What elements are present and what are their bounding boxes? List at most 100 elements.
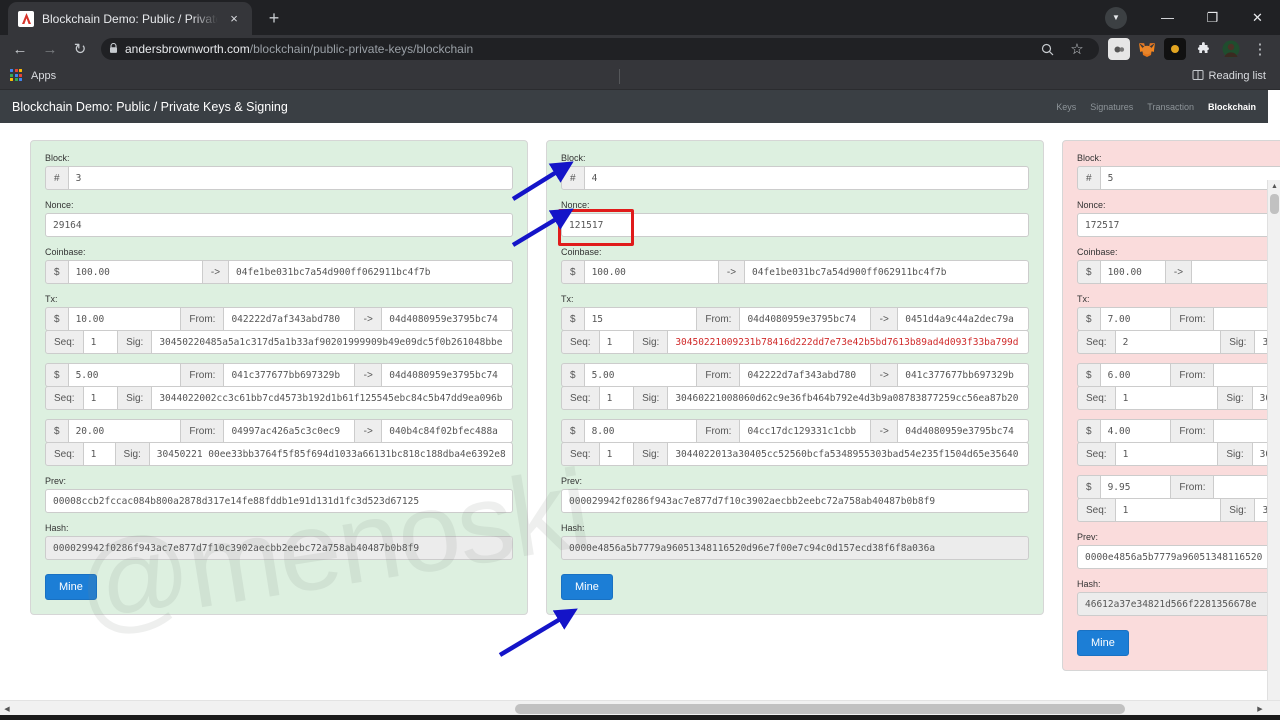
nonce-input[interactable]: 29164: [45, 213, 513, 237]
tx-to-input[interactable]: 04d4080959e3795bc74: [381, 363, 514, 387]
tx-to-input[interactable]: 04d4080959e3795bc74: [897, 419, 1030, 443]
tx-seq-input[interactable]: 1: [82, 330, 119, 354]
bookmark-star-icon[interactable]: ☆: [1063, 38, 1091, 60]
block-number-group: # 4: [561, 166, 1029, 190]
tx-amount-input[interactable]: 8.00: [583, 419, 698, 443]
tx-signature-input[interactable]: 30460221008060d62c9e36fb464b792e4d3b9a08…: [667, 386, 1030, 410]
tx-seq-input[interactable]: 1: [598, 330, 635, 354]
tx-signature-input[interactable]: 30450221 00ee33bb3764f5f85f694d1033a6613…: [148, 442, 513, 466]
block-number-input[interactable]: 4: [583, 166, 1029, 190]
tx-from-input[interactable]: 04cc17dc129331c1cbb: [739, 419, 872, 443]
tx-seq-input[interactable]: 1: [598, 386, 635, 410]
coinbase-label: Coinbase:: [561, 247, 602, 257]
tx-signature-input[interactable]: 3044022013a30405cc52560bcfa5348955303bad…: [667, 442, 1030, 466]
browser-menu-icon[interactable]: ⋮: [1246, 35, 1274, 63]
forward-icon[interactable]: →: [36, 35, 64, 63]
browser-tab[interactable]: Blockchain Demo: Public / Private ×: [8, 2, 252, 35]
maximize-button[interactable]: ❐: [1190, 0, 1235, 35]
tx-seq-input[interactable]: 1: [1114, 498, 1222, 522]
scroll-right-icon[interactable]: ▶: [1253, 701, 1267, 716]
prev-group: 00008ccb2fccac084b800a2878d317e14fe88fdd…: [45, 489, 513, 513]
tx-amount-input[interactable]: 15: [583, 307, 698, 331]
tx-seq-input[interactable]: 1: [1114, 442, 1219, 466]
tx-seq-input[interactable]: 1: [1114, 386, 1219, 410]
nav-link-transaction[interactable]: Transaction: [1147, 102, 1194, 112]
mine-button[interactable]: Mine: [561, 574, 613, 600]
tx-amount-input[interactable]: 10.00: [67, 307, 182, 331]
hash-group: 0000e4856a5b7779a96051348116520d96e7f00e…: [561, 536, 1029, 560]
coinbase-amount-input[interactable]: 100.00: [583, 260, 719, 284]
reading-list-button[interactable]: Reading list: [1192, 69, 1270, 84]
tx-amount-input[interactable]: 5.00: [67, 363, 182, 387]
dollar-sign-addon: $: [45, 419, 69, 443]
new-tab-button[interactable]: +: [260, 4, 288, 32]
tx-signature-input[interactable]: 30450221009231b78416d222dd7e73e42b5bd761…: [667, 330, 1030, 354]
tx-signature-input[interactable]: 3044022002cc3c61bb7cd4573b192d1b61f12554…: [151, 386, 514, 410]
scroll-up-icon[interactable]: ▲: [1268, 180, 1280, 193]
metamask-icon[interactable]: [1136, 38, 1158, 60]
tx-from-input[interactable]: 04997ac426a5c3c0ec9: [223, 419, 356, 443]
blockchain-container: @menoski Block: # 3 Nonce: 29164 Coinbas…: [0, 123, 1280, 720]
puzzle-icon[interactable]: [1192, 38, 1214, 60]
block-number-input[interactable]: 5: [1099, 166, 1280, 190]
extension-1-icon[interactable]: [1108, 38, 1130, 60]
tx-amount-input[interactable]: 5.00: [583, 363, 698, 387]
tx-amount-input[interactable]: 4.00: [1099, 419, 1172, 443]
coinbase-amount-input[interactable]: 100.00: [67, 260, 203, 284]
profile-chip-icon[interactable]: ▼: [1105, 6, 1127, 29]
block-number-input[interactable]: 3: [67, 166, 513, 190]
extension-3-icon[interactable]: [1164, 38, 1186, 60]
coinbase-to-input[interactable]: 04fe1be031bc7a54d900ff062911bc4f7b: [228, 260, 513, 284]
tx-amount-input[interactable]: 20.00: [67, 419, 182, 443]
back-icon[interactable]: ←: [6, 35, 34, 63]
tx-to-input[interactable]: 040b4c84f02bfec488a: [381, 419, 514, 443]
page-horizontal-scrollbar[interactable]: ◀ ▶: [0, 700, 1280, 715]
prev-hash-input[interactable]: 00008ccb2fccac084b800a2878d317e14fe88fdd…: [45, 489, 513, 513]
address-bar[interactable]: andersbrownworth.com/blockchain/public-p…: [101, 38, 1099, 60]
tx-amount-input[interactable]: 9.95: [1099, 475, 1172, 499]
block-number-label: Block:: [1077, 153, 1102, 163]
block-number-label: Block:: [561, 153, 586, 163]
tx-signature-input[interactable]: 30450220485a5a1c317d5a1b33af90201999909b…: [151, 330, 514, 354]
block-card: Block: # 5 Nonce: 172517 Coinbase: $ 100…: [1062, 140, 1280, 671]
arrow-addon: ->: [870, 419, 899, 443]
mine-button[interactable]: Mine: [45, 574, 97, 600]
tx-seq-input[interactable]: 1: [598, 442, 635, 466]
bookmark-apps-label[interactable]: Apps: [31, 70, 56, 82]
horizontal-scroll-thumb[interactable]: [515, 704, 1125, 714]
apps-grid-icon[interactable]: [10, 69, 24, 83]
tx-to-input[interactable]: 04d4080959e3795bc74: [381, 307, 514, 331]
mine-button[interactable]: Mine: [1077, 630, 1129, 656]
window-close-button[interactable]: ✕: [1235, 0, 1280, 35]
coinbase-to-input[interactable]: 04fe1be031bc7a54d900ff062911bc4f7b: [744, 260, 1029, 284]
nav-link-blockchain[interactable]: Blockchain: [1208, 102, 1256, 112]
avatar[interactable]: [1220, 38, 1242, 60]
tx-from-input[interactable]: 042222d7af343abd780: [739, 363, 872, 387]
close-icon[interactable]: ×: [226, 11, 242, 27]
nav-link-keys[interactable]: Keys: [1056, 102, 1076, 112]
tx-to-input[interactable]: 041c377677bb697329b: [897, 363, 1030, 387]
reload-icon[interactable]: ↻: [66, 35, 94, 63]
scroll-left-icon[interactable]: ◀: [0, 701, 14, 716]
page-vertical-scrollbar[interactable]: ▲ ▼: [1267, 180, 1280, 720]
tx-seq-input[interactable]: 1: [82, 442, 116, 466]
sig-addon: Sig:: [633, 442, 669, 466]
nonce-input[interactable]: 121517: [561, 213, 1029, 237]
tx-amount-input[interactable]: 6.00: [1099, 363, 1172, 387]
transaction-sig-row: Seq: 1 Sig: 30450221009231b78416d222dd7e…: [561, 330, 1030, 354]
nav-link-signatures[interactable]: Signatures: [1090, 102, 1133, 112]
search-icon[interactable]: [1033, 38, 1061, 60]
nonce-input[interactable]: 172517: [1077, 213, 1280, 237]
tx-from-input[interactable]: 042222d7af343abd780: [223, 307, 356, 331]
vertical-scroll-thumb[interactable]: [1270, 194, 1279, 214]
coinbase-amount-input[interactable]: 100.00: [1099, 260, 1166, 284]
prev-hash-input[interactable]: 0000e4856a5b7779a96051348116520: [1077, 545, 1280, 569]
tx-from-input[interactable]: 041c377677bb697329b: [223, 363, 356, 387]
tx-seq-input[interactable]: 1: [82, 386, 119, 410]
tx-amount-input[interactable]: 7.00: [1099, 307, 1172, 331]
tx-from-input[interactable]: 04d4080959e3795bc74: [739, 307, 872, 331]
prev-hash-input[interactable]: 000029942f0286f943ac7e877d7f10c3902aecbb…: [561, 489, 1029, 513]
tx-to-input[interactable]: 0451d4a9c44a2dec79a: [897, 307, 1030, 331]
minimize-button[interactable]: —: [1145, 0, 1190, 35]
tx-seq-input[interactable]: 2: [1114, 330, 1222, 354]
